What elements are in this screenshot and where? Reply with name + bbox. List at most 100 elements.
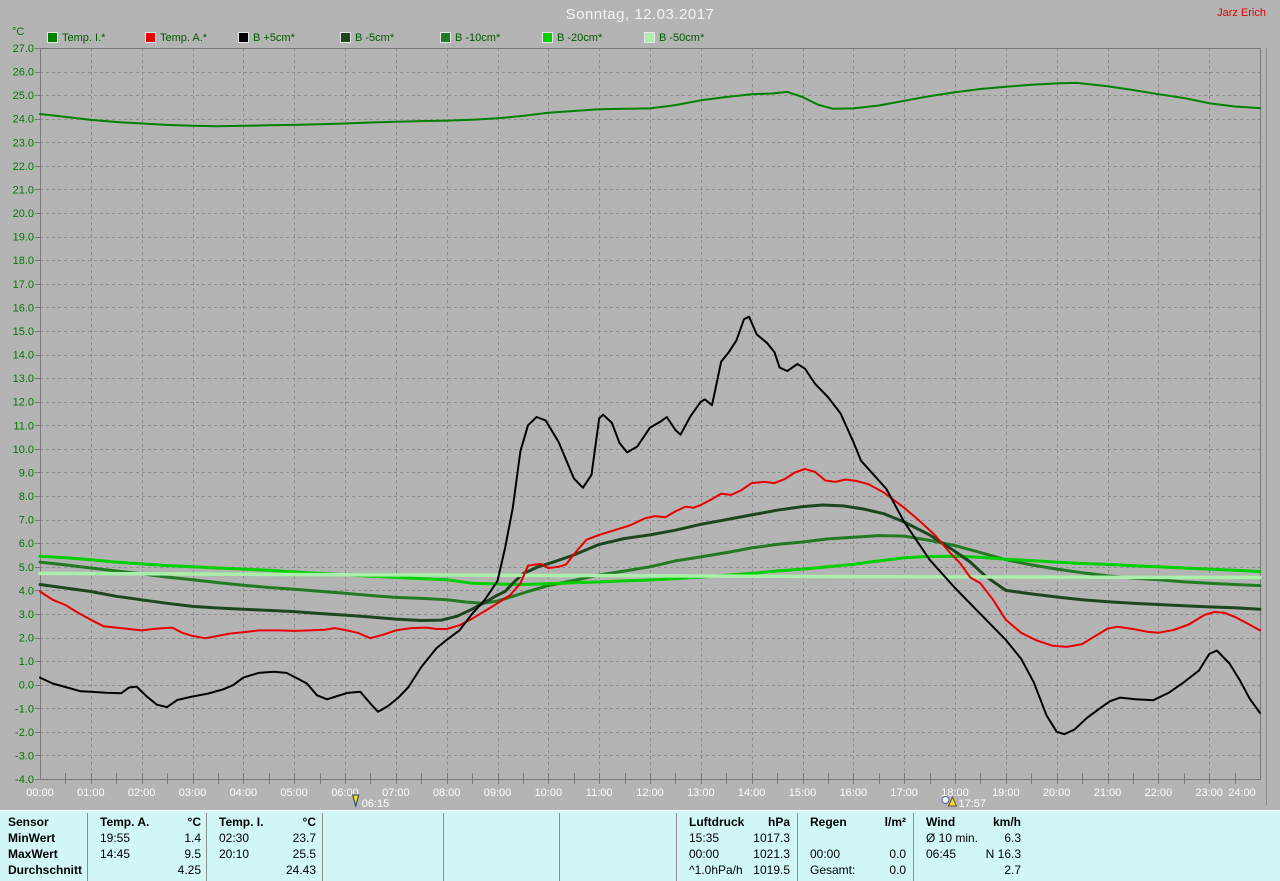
table-divider [676, 813, 677, 881]
table-cell-value: 1019.5 [753, 863, 790, 877]
svg-text:22.0: 22.0 [13, 161, 34, 173]
table-row-label-sensor: Sensor [8, 815, 49, 829]
svg-text:05:00: 05:00 [280, 787, 308, 799]
svg-text:13.0: 13.0 [13, 373, 34, 385]
table-cell-value: 4.25 [177, 863, 201, 877]
svg-text:1.0: 1.0 [19, 656, 34, 668]
svg-text:26.0: 26.0 [13, 67, 34, 79]
table-cell-value: 2.7 [1004, 863, 1021, 877]
table-cell-value: 25.5 [292, 847, 316, 861]
table-cell-time: 00:00 [689, 847, 720, 861]
svg-text:3.0: 3.0 [19, 609, 34, 621]
svg-text:22:00: 22:00 [1145, 787, 1173, 799]
chart-canvas: 27.0 26.0 25.0 24.0 23.0 22.0 21.0 20.0 19.0 18.0… [13, 43, 1267, 810]
summary-table: Sensor MinWert MaxWert Durchschnitt Temp. A.… [0, 810, 1280, 881]
svg-text:17:00: 17:00 [890, 787, 918, 799]
table-divider [559, 813, 560, 881]
grid [40, 48, 1260, 779]
svg-text:10:00: 10:00 [535, 787, 563, 799]
svg-text:20:00: 20:00 [1043, 787, 1071, 799]
table-cell-time: 00:00 [810, 847, 841, 861]
table-divider [87, 813, 88, 881]
table-divider [322, 813, 323, 881]
svg-text:-1.0: -1.0 [15, 703, 34, 715]
svg-text:11.0: 11.0 [13, 420, 34, 432]
table-cell-time: 02:30 [219, 831, 250, 845]
svg-text:14:00: 14:00 [738, 787, 766, 799]
svg-text:10.0: 10.0 [13, 444, 34, 456]
table-cell-time: 06:45 [926, 847, 957, 861]
table-cell-value: 1021.3 [753, 847, 790, 861]
svg-text:0.0: 0.0 [19, 680, 34, 692]
table-cell-value: 9.5 [184, 847, 201, 861]
svg-text:16:00: 16:00 [840, 787, 868, 799]
table-cell-value: 1017.3 [753, 831, 790, 845]
table-cell-value: 6.3 [1004, 831, 1021, 845]
table-cell-time: Temp. A. [100, 815, 150, 829]
svg-text:8.0: 8.0 [19, 491, 34, 503]
svg-text:15:00: 15:00 [789, 787, 817, 799]
table-divider [913, 813, 914, 881]
sunrise-icon [352, 794, 360, 808]
svg-text:19.0: 19.0 [13, 232, 34, 244]
svg-text:12.0: 12.0 [13, 397, 34, 409]
table-cell-time: 15:35 [689, 831, 720, 845]
table-row-label-durchschnitt: Durchschnitt [8, 863, 83, 877]
svg-text:7.0: 7.0 [19, 515, 34, 527]
svg-text:17.0: 17.0 [13, 279, 34, 291]
weather-day-chart-window: Sonntag, 12.03.2017 Jarz Erich °C Temp. … [0, 0, 1280, 881]
table-cell-value: km/h [992, 815, 1021, 829]
table-cell-value: l/m² [884, 815, 906, 829]
table-cell-time: 20:10 [219, 847, 250, 861]
svg-text:15.0: 15.0 [13, 326, 34, 338]
svg-text:21:00: 21:00 [1094, 787, 1122, 799]
svg-text:21.0: 21.0 [13, 184, 34, 196]
table-cell-time: Regen [810, 815, 847, 829]
svg-text:24.0: 24.0 [13, 114, 34, 126]
svg-text:9.0: 9.0 [19, 467, 34, 479]
svg-text:23.0: 23.0 [13, 137, 34, 149]
svg-text:09:00: 09:00 [484, 787, 512, 799]
y-axis-labels: 27.0 26.0 25.0 24.0 23.0 22.0 21.0 20.0 19.0 18.0… [13, 43, 34, 786]
svg-text:03:00: 03:00 [179, 787, 207, 799]
table-cell-value: 0.0 [889, 847, 906, 861]
table-divider [443, 813, 444, 881]
svg-text:23:00: 23:00 [1195, 787, 1223, 799]
svg-text:-2.0: -2.0 [15, 727, 34, 739]
svg-text:00:00: 00:00 [26, 787, 54, 799]
table-row-label-minwert: MinWert [8, 831, 56, 845]
table-divider [797, 813, 798, 881]
table-cell-value: °C [187, 815, 201, 829]
svg-text:04:00: 04:00 [230, 787, 258, 799]
table-cell-value: 23.7 [292, 831, 316, 845]
svg-text:20.0: 20.0 [13, 208, 34, 220]
svg-text:16.0: 16.0 [13, 302, 34, 314]
svg-text:2.0: 2.0 [19, 633, 34, 645]
table-cell-value: °C [302, 815, 316, 829]
table-cell-time: 14:45 [100, 847, 131, 861]
table-cell-time: Ø 10 min. [926, 831, 979, 845]
svg-text:11:00: 11:00 [586, 787, 613, 799]
table-cell-time: Luftdruck [689, 815, 745, 829]
svg-text:27.0: 27.0 [13, 43, 34, 55]
x-axis-labels: 00:00 01:00 02:00 03:00 04:00 05:00 06:00 07:00… [26, 787, 1256, 799]
svg-text:24:00: 24:00 [1228, 787, 1256, 799]
svg-text:18.0: 18.0 [13, 255, 34, 267]
svg-text:19:00: 19:00 [992, 787, 1020, 799]
table-cell-value: N 16.3 [985, 847, 1021, 861]
table-cell-time: Temp. I. [219, 815, 264, 829]
svg-text:25.0: 25.0 [13, 90, 34, 102]
svg-text:02:00: 02:00 [128, 787, 156, 799]
table-cell-time: Gesamt: [810, 863, 856, 877]
table-cell-value: 1.4 [184, 831, 201, 845]
table-cell-time: 19:55 [100, 831, 131, 845]
table-cell-value: hPa [767, 815, 790, 829]
svg-text:6.0: 6.0 [19, 538, 34, 550]
svg-text:08:00: 08:00 [433, 787, 461, 799]
table-row-label-maxwert: MaxWert [8, 847, 58, 861]
sunset-time-label: 17:57 [958, 798, 986, 810]
table-divider [206, 813, 207, 881]
svg-text:4.0: 4.0 [19, 585, 34, 597]
svg-text:-4.0: -4.0 [15, 774, 34, 786]
table-cell-time: ^1.0hPa/h [689, 863, 743, 877]
